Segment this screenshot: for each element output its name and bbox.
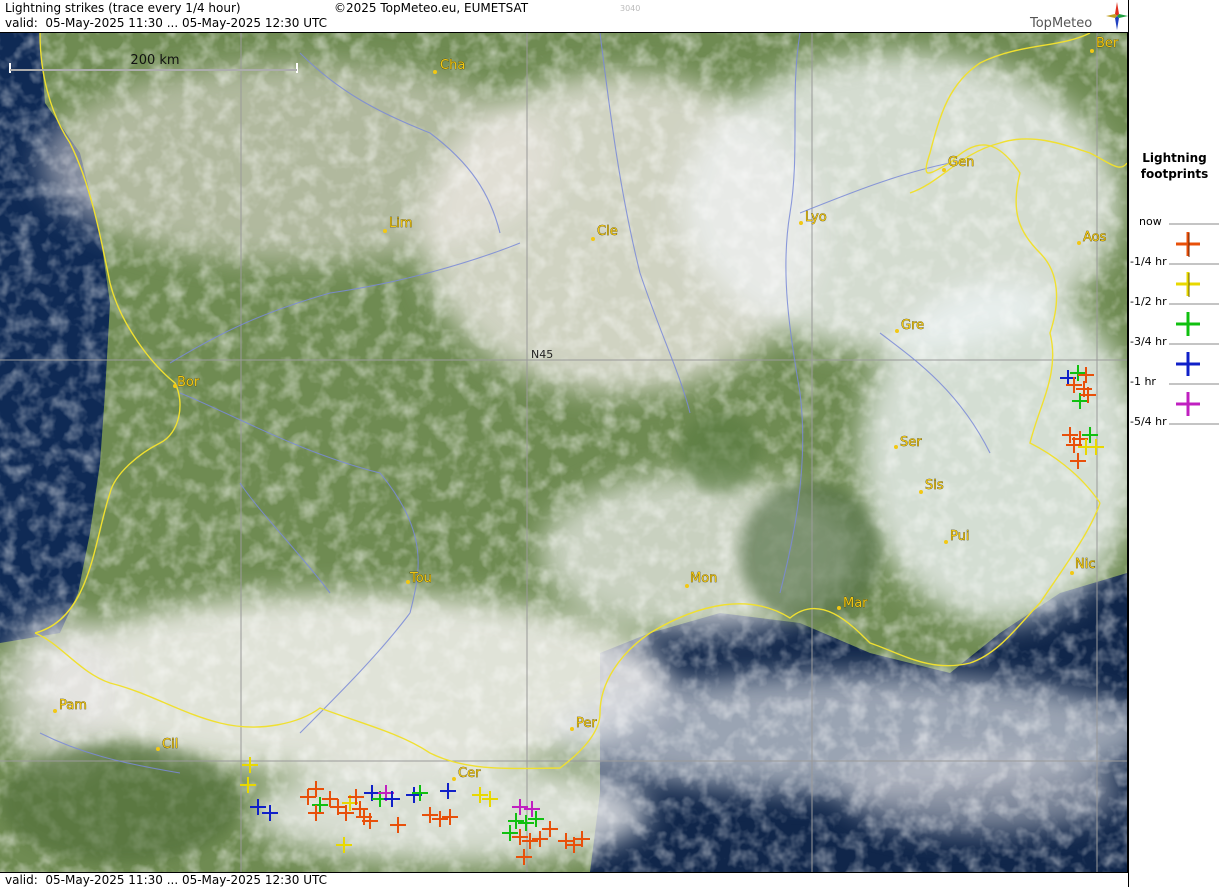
svg-text:Bor: Bor [177,375,200,390]
legend-title: Lightning footprints [1140,151,1209,181]
legend-cross-three-quarter [1176,352,1200,376]
svg-text:Pui: Pui [950,529,969,544]
map-code: 3040 [620,4,641,13]
svg-text:Pam: Pam [59,698,87,713]
legend-label-five-quarter: -5/4 hr [1130,415,1167,428]
legend-label-now: now [1139,215,1162,228]
legend-label-quarter: -1/4 hr [1130,255,1167,268]
legend-cross-quarter [1176,272,1200,297]
city-pam: Pam [53,698,87,713]
legend-label-half: -1/2 hr [1130,295,1167,308]
city-mon: Mon [685,571,718,588]
map-title: Lightning strikes (trace every 1/4 hour) [5,1,241,15]
svg-text:Cer: Cer [458,766,481,781]
svg-text:Cha: Cha [440,58,465,73]
svg-text:Lim: Lim [389,216,413,231]
legend-label-three-quarter: -3/4 hr [1130,335,1167,348]
satellite-map[interactable]: 200 km N45 Cha Ber Gen Lim Cle Lyo Aos G… [0,33,1128,872]
svg-text:Sis: Sis [925,478,944,493]
logo-text: TopMeteo [1030,16,1093,31]
topmeteo-logo[interactable]: TopMeteo [1030,2,1128,32]
svg-text:Cle: Cle [597,224,618,239]
svg-text:Aos: Aos [1083,230,1107,245]
svg-text:Ber: Ber [1096,36,1119,51]
svg-text:Ser: Ser [900,435,922,450]
satellite-image: 200 km N45 Cha Ber Gen Lim Cle Lyo Aos G… [0,33,1127,872]
copyright-text: ©2025 TopMeteo.eu, EUMETSAT [334,1,529,15]
city-tou: Tou [406,571,432,586]
svg-text:Mon: Mon [690,571,717,586]
city-bor: Bor [173,375,200,390]
legend-scale [1169,223,1219,425]
legend-panel: Lightning footprints now -1/4 hr -1/2 hr… [1128,0,1219,887]
map-footer: valid: 05-May-2025 11:30 ... 05-May-2025… [0,872,1128,888]
svg-text:Mar: Mar [843,596,868,611]
scale-label: 200 km [130,53,179,68]
legend-cross-hour [1176,392,1200,416]
svg-text:Cil: Cil [162,737,178,752]
legend-cross-now [1176,232,1200,257]
svg-text:Gre: Gre [901,318,924,333]
svg-text:Lyo: Lyo [805,210,827,225]
legend-cross-half [1176,312,1200,336]
svg-text:Gen: Gen [948,155,974,170]
footer-valid-time: valid: 05-May-2025 11:30 ... 05-May-2025… [5,873,328,887]
svg-text:Per: Per [576,716,597,731]
svg-text:Nic: Nic [1075,557,1095,572]
valid-time: valid: 05-May-2025 11:30 ... 05-May-2025… [5,16,328,30]
map-header: Lightning strikes (trace every 1/4 hour)… [0,0,1128,33]
legend-label-hour: -1 hr [1130,375,1156,388]
grid-label-n45: N45 [531,348,553,361]
svg-text:Tou: Tou [409,571,432,586]
compass-star-icon [1106,2,1128,30]
